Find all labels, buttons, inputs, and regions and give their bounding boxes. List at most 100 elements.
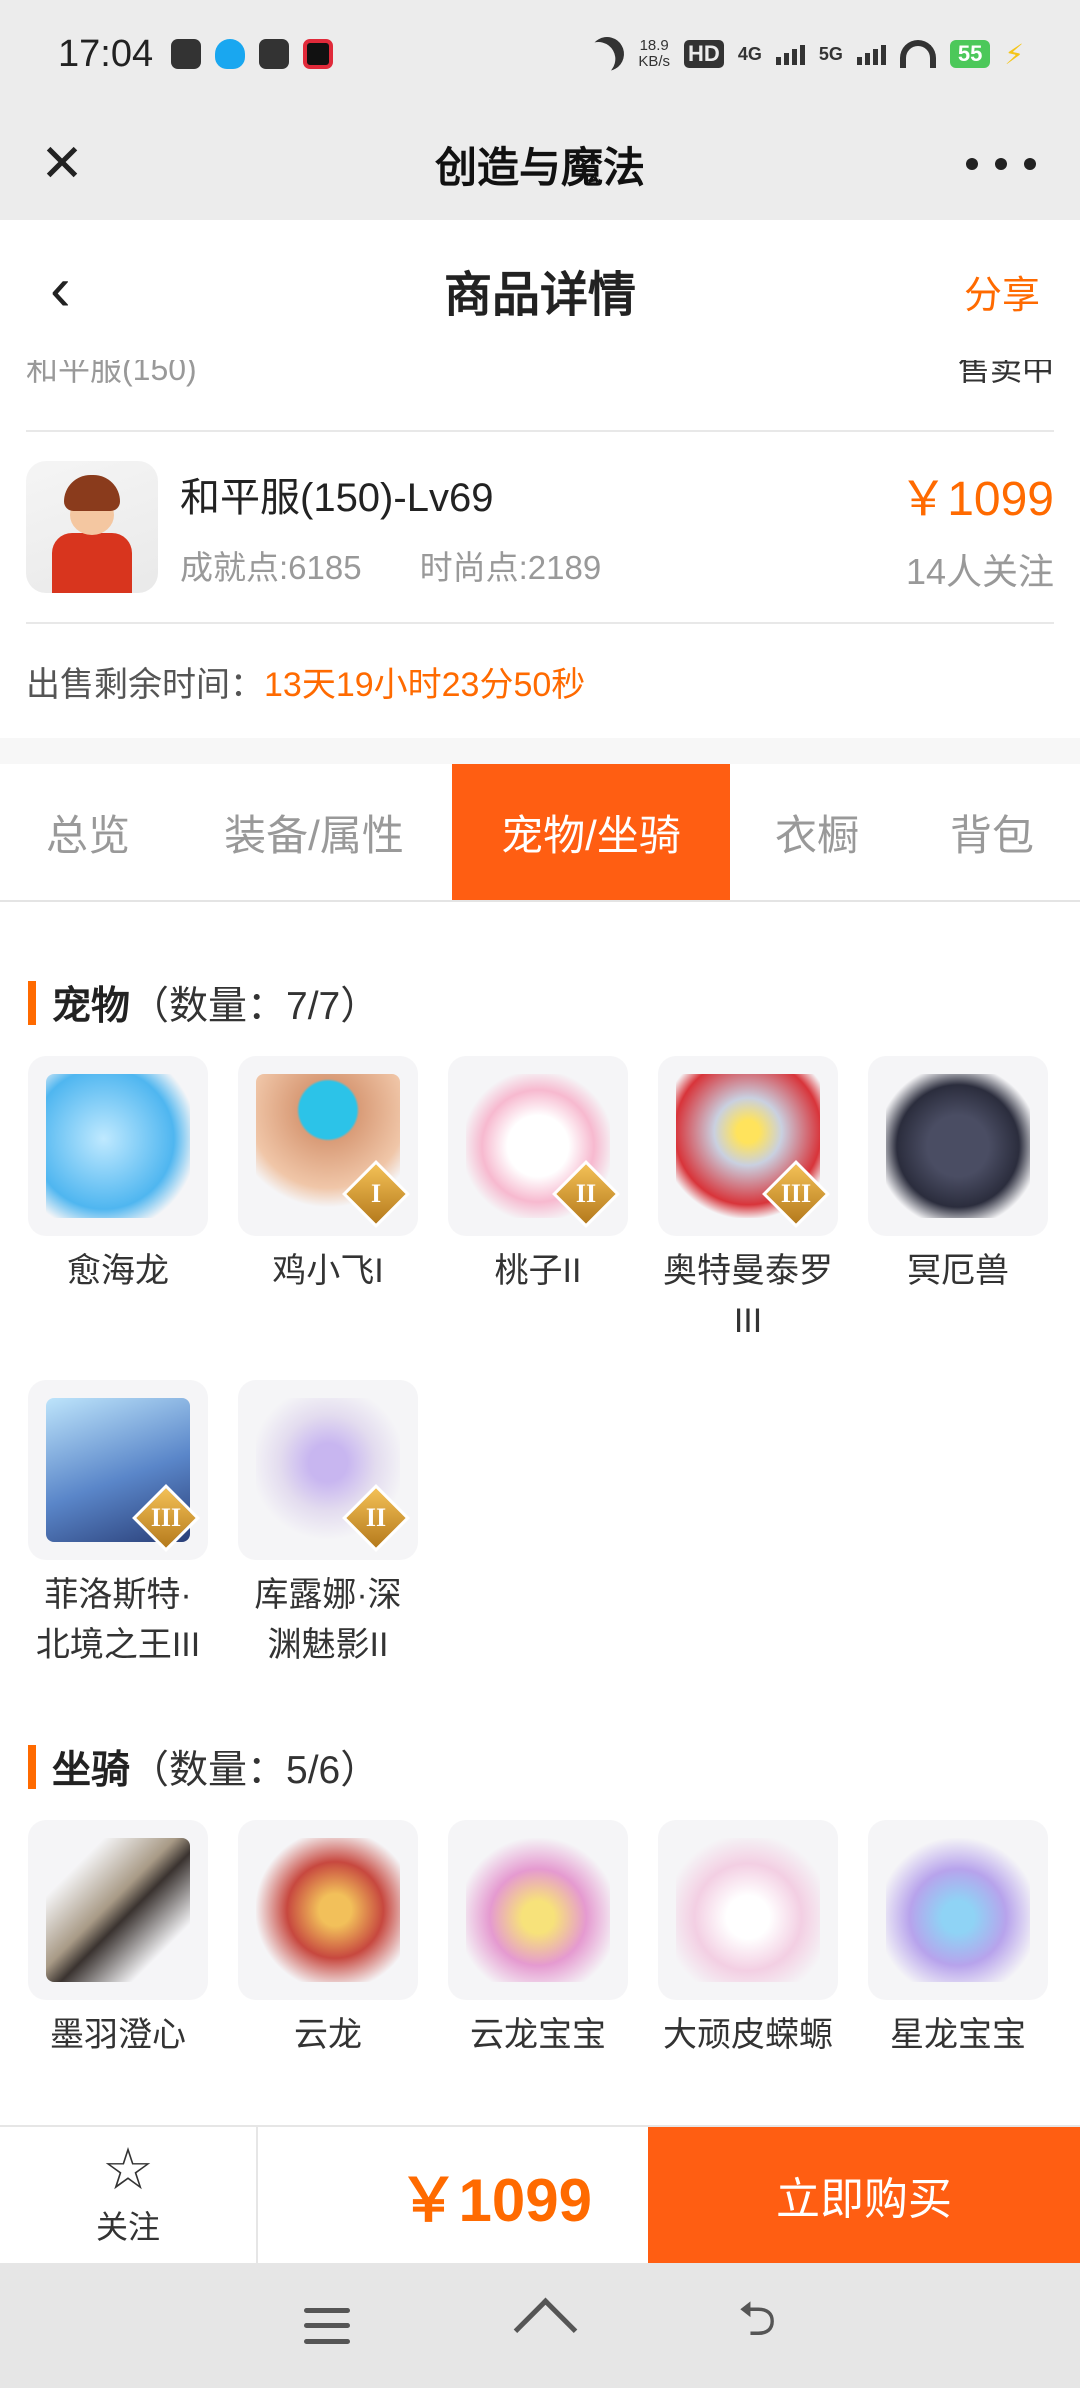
pet-item[interactable]: 冥厄兽 [868, 1056, 1048, 1346]
back-chevron-icon[interactable]: ‹ [50, 259, 100, 322]
mount-art [46, 1838, 190, 1982]
timer-label: 出售剩余时间： [26, 665, 264, 704]
share-button[interactable]: 分享 [964, 264, 1040, 319]
follower-count: 14人关注 [905, 551, 1054, 592]
pet-image: II [238, 1380, 418, 1560]
character-name: 和平服(150)-Lv69 [180, 476, 494, 520]
sale-status: 售卖中 [957, 360, 1054, 387]
mount-item[interactable]: 墨羽澄心 [28, 1820, 208, 2060]
pet-image [868, 1056, 1048, 1236]
pet-item[interactable]: II 库露娜·深渊魅影II [238, 1380, 418, 1670]
pet-name: 菲洛斯特·北境之王III [35, 1576, 201, 1664]
mount-image [448, 1820, 628, 2000]
home-icon[interactable] [517, 2303, 571, 2349]
mount-name: 云龙宝宝 [470, 2016, 606, 2054]
mount-name: 墨羽澄心 [50, 2016, 186, 2054]
pet-image: I [238, 1056, 418, 1236]
star-icon: ☆ [102, 2137, 154, 2202]
timer-value: 13天19小时23分50秒 [264, 665, 586, 704]
app-title: 创造与魔法 [434, 143, 645, 191]
pets-grid: 愈海龙 I 鸡小飞I II 桃子II III 奥特曼泰罗III 冥厄兽 III … [0, 1056, 1080, 1704]
pet-item[interactable]: II 桃子II [448, 1056, 628, 1346]
news-app-icon [259, 39, 290, 69]
pet-art [886, 1074, 1030, 1218]
follow-button[interactable]: ☆ 关注 [0, 2127, 258, 2263]
hd-icon: HD [684, 40, 724, 68]
pet-item[interactable]: I 鸡小飞I [238, 1056, 418, 1346]
pet-image: III [28, 1380, 208, 1560]
mounts-grid: 墨羽澄心 云龙 云龙宝宝 大顽皮蝾螈 星龙宝宝 [0, 1820, 1080, 2094]
mount-art [466, 1838, 610, 1982]
battery-level: 55 [949, 40, 991, 68]
mount-item[interactable]: 云龙宝宝 [448, 1820, 628, 2060]
character-avatar [26, 461, 158, 593]
mounts-section-title: 坐骑 （数量：5/6） [28, 1744, 1080, 1792]
detail-tabs: 总览 装备/属性 宠物/坐骑 衣橱 背包 [0, 764, 1080, 902]
mount-image [658, 1820, 838, 2000]
pet-image [28, 1056, 208, 1236]
pet-name: 愈海龙 [67, 1252, 169, 1290]
achievement-points: 成就点:6185 [180, 549, 362, 586]
mount-name: 大顽皮蝾螈 [663, 2016, 833, 2054]
wifi-icon [899, 40, 936, 68]
pet-name: 奥特曼泰罗III [663, 1252, 833, 1340]
tab-overview[interactable]: 总览 [0, 764, 176, 900]
pet-name: 鸡小飞I [272, 1252, 384, 1290]
total-price: ￥1099 [398, 2166, 592, 2234]
follow-label: 关注 [95, 2209, 160, 2245]
product-detail-content[interactable]: 和平服(150) 售卖中 和平服(150)-Lv69 成就点:6185 时尚点:… [0, 360, 1080, 2125]
status-bar: 17:04 18.9 KB/s HD 4G 5G 55 ⚡ [0, 0, 1080, 108]
close-icon[interactable]: ✕ [32, 134, 92, 194]
signal-icon [856, 43, 886, 65]
music-app-icon [171, 39, 202, 69]
back-icon[interactable]: ⮌ [738, 2285, 776, 2366]
pet-item[interactable]: III 奥特曼泰罗III [658, 1056, 838, 1346]
server-name: 和平服(150) [26, 360, 197, 387]
network-5g-label: 5G [818, 43, 843, 64]
tab-backpack[interactable]: 背包 [904, 764, 1080, 900]
sale-timer: 出售剩余时间： 13天19小时23分50秒 [26, 624, 1054, 738]
pet-item[interactable]: 愈海龙 [28, 1056, 208, 1346]
pet-item[interactable]: III 菲洛斯特·北境之王III [28, 1380, 208, 1670]
more-options-icon[interactable] [966, 134, 1036, 194]
menu-icon[interactable] [303, 2307, 350, 2344]
character-price: ￥1099 [899, 473, 1054, 526]
charging-icon: ⚡ [1004, 38, 1024, 70]
tab-equipment[interactable]: 装备/属性 [176, 764, 452, 900]
mount-item[interactable]: 云龙 [238, 1820, 418, 2060]
pet-name: 库露娜·深渊魅影II [254, 1576, 402, 1664]
tab-wardrobe[interactable]: 衣橱 [730, 764, 904, 900]
mount-item[interactable]: 星龙宝宝 [868, 1820, 1048, 2060]
tab-pets-mounts[interactable]: 宠物/坐骑 [452, 764, 730, 900]
pets-section-title: 宠物 （数量：7/7） [28, 980, 1080, 1028]
buy-now-button[interactable]: 立即购买 [648, 2127, 1080, 2263]
page-title: 商品详情 [443, 269, 636, 322]
qq-app-icon [215, 39, 246, 69]
mount-name: 星龙宝宝 [890, 2016, 1026, 2054]
pet-name: 桃子II [494, 1252, 582, 1290]
fashion-points: 时尚点:2189 [419, 549, 602, 586]
pet-name: 冥厄兽 [907, 1252, 1009, 1290]
video-app-icon [303, 39, 334, 69]
signal-icon [775, 43, 805, 65]
bottom-action-bar: ☆ 关注 ￥1099 立即购买 [0, 2125, 1080, 2263]
pet-art [46, 1074, 190, 1218]
character-summary[interactable]: 和平服(150)-Lv69 成就点:6185 时尚点:2189 ￥1099 14… [26, 432, 1054, 624]
pet-image: II [448, 1056, 628, 1236]
do-not-disturb-icon [584, 31, 630, 77]
mount-image [868, 1820, 1048, 2000]
network-speed: 18.9 KB/s [638, 37, 671, 70]
server-status-row: 和平服(150) 售卖中 [26, 360, 1054, 432]
system-nav-bar: ⮌ [0, 2263, 1080, 2388]
page-header: ‹ 商品详情 分享 [0, 220, 1080, 360]
mount-art [676, 1838, 820, 1982]
mount-image [28, 1820, 208, 2000]
mount-name: 云龙 [294, 2016, 362, 2054]
network-4g-label: 4G [737, 43, 762, 64]
pet-image: III [658, 1056, 838, 1236]
mount-art [256, 1838, 400, 1982]
status-time: 17:04 [58, 32, 154, 75]
mount-item[interactable]: 大顽皮蝾螈 [658, 1820, 838, 2060]
mount-image [238, 1820, 418, 2000]
mount-art [886, 1838, 1030, 1982]
